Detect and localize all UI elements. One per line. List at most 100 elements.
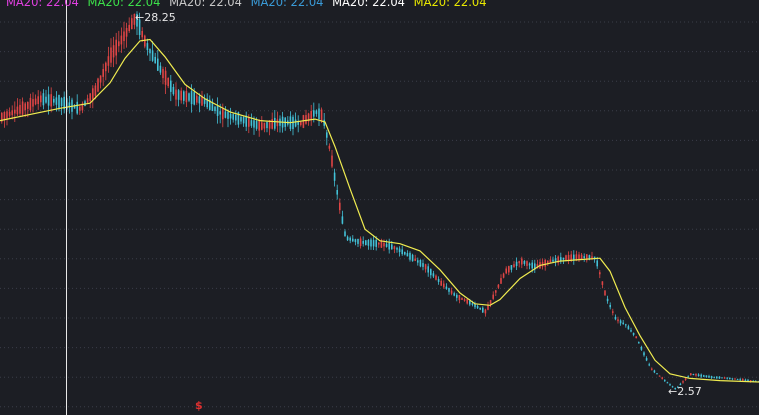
candle-body (196, 95, 198, 103)
candle-body (609, 305, 611, 308)
candle-body (227, 112, 229, 119)
candle-body (258, 120, 260, 131)
candle-body (645, 358, 648, 361)
candle-body (648, 364, 650, 366)
candle-body (89, 93, 91, 102)
candle-body (125, 28, 128, 37)
candle-body (250, 120, 253, 126)
candle-body (476, 306, 479, 309)
candle-body (55, 97, 58, 105)
candle-body (383, 242, 385, 247)
candle-body (276, 119, 279, 127)
candle-body (398, 248, 401, 253)
candle-body (450, 290, 453, 294)
candle-body (406, 253, 409, 257)
candle-body (489, 300, 492, 304)
candle-body (190, 91, 193, 105)
candle-body (27, 102, 29, 109)
candle-body (21, 101, 24, 115)
candle-body (300, 121, 302, 126)
candle-body (718, 376, 721, 379)
candle-body (723, 377, 726, 379)
candle-body (682, 381, 684, 383)
candle-body (37, 96, 39, 104)
candle-body (362, 241, 364, 244)
candle-body (3, 112, 6, 121)
candle-body (214, 106, 216, 111)
candle-body (604, 290, 606, 296)
candle-body (627, 326, 630, 330)
candle-body (359, 238, 362, 246)
candle-body (76, 101, 78, 114)
candle-body (617, 319, 619, 322)
candle-body (198, 96, 201, 104)
candle-body (310, 111, 312, 120)
candle-body (638, 342, 640, 344)
candle-body (658, 375, 661, 377)
candle-body (456, 294, 458, 298)
candle-body (640, 346, 643, 350)
candle-body (32, 99, 34, 107)
candle-body (274, 117, 276, 129)
candle-body (14, 109, 16, 114)
candle-body (107, 56, 110, 66)
candle-body (502, 273, 505, 278)
candle-body (466, 299, 468, 304)
candle-body (612, 311, 614, 313)
candle-body (110, 47, 112, 63)
candle-body (492, 294, 494, 299)
candle-body (159, 65, 162, 73)
candle-body (185, 91, 188, 103)
candle-body (448, 288, 450, 292)
candle-body (734, 378, 736, 380)
candle-body (664, 380, 666, 382)
candle-body (154, 56, 156, 64)
candle-body (365, 240, 367, 245)
candle-body (315, 110, 318, 114)
candle-body (354, 239, 357, 243)
candle-body (11, 110, 13, 116)
candle-body (367, 240, 370, 246)
candle-body (97, 78, 99, 92)
candle-body (50, 94, 52, 107)
legend-ma20-white: MA20: 22.04 (332, 0, 405, 9)
candle-body (479, 307, 481, 310)
candle-body (552, 259, 554, 262)
candle-body (331, 155, 333, 167)
candle-body (396, 247, 398, 250)
candle-body (430, 269, 432, 276)
candle-body (687, 376, 689, 378)
candle-body (461, 297, 463, 300)
candle-body (357, 239, 359, 244)
candle-body (385, 243, 388, 247)
candle-body (6, 111, 8, 119)
ma20-line (0, 38, 759, 383)
candle-body (216, 105, 219, 116)
low-price-label: ←2.57 (668, 386, 702, 398)
candle-body (112, 45, 115, 58)
signal-marker[interactable]: $ (195, 400, 203, 412)
high-price-value: 28.25 (144, 11, 176, 24)
legend-ma20-yellow: MA20: 22.04 (413, 0, 487, 9)
candle-body (229, 113, 232, 119)
candle-body (34, 98, 37, 105)
candle-body (92, 88, 94, 100)
candle-body (253, 120, 255, 128)
candle-body (222, 108, 224, 120)
candle-body (697, 374, 700, 376)
candle-body (736, 378, 739, 380)
candle-body (24, 103, 26, 111)
candle-body (45, 96, 47, 103)
stock-kline-chart[interactable]: MA20: 22.04 MA20: 22.04 MA20: 22.04 MA20… (0, 0, 759, 415)
candle-body (172, 86, 175, 95)
candle-body (302, 115, 305, 128)
gridlines (0, 21, 759, 408)
candle-body (705, 375, 708, 378)
chart-canvas[interactable] (0, 0, 759, 415)
candle-body (40, 95, 42, 103)
candle-body (505, 268, 507, 274)
candle-body (643, 352, 645, 356)
candle-body (731, 378, 734, 380)
candle-body (526, 261, 528, 266)
candle-body (388, 242, 390, 250)
